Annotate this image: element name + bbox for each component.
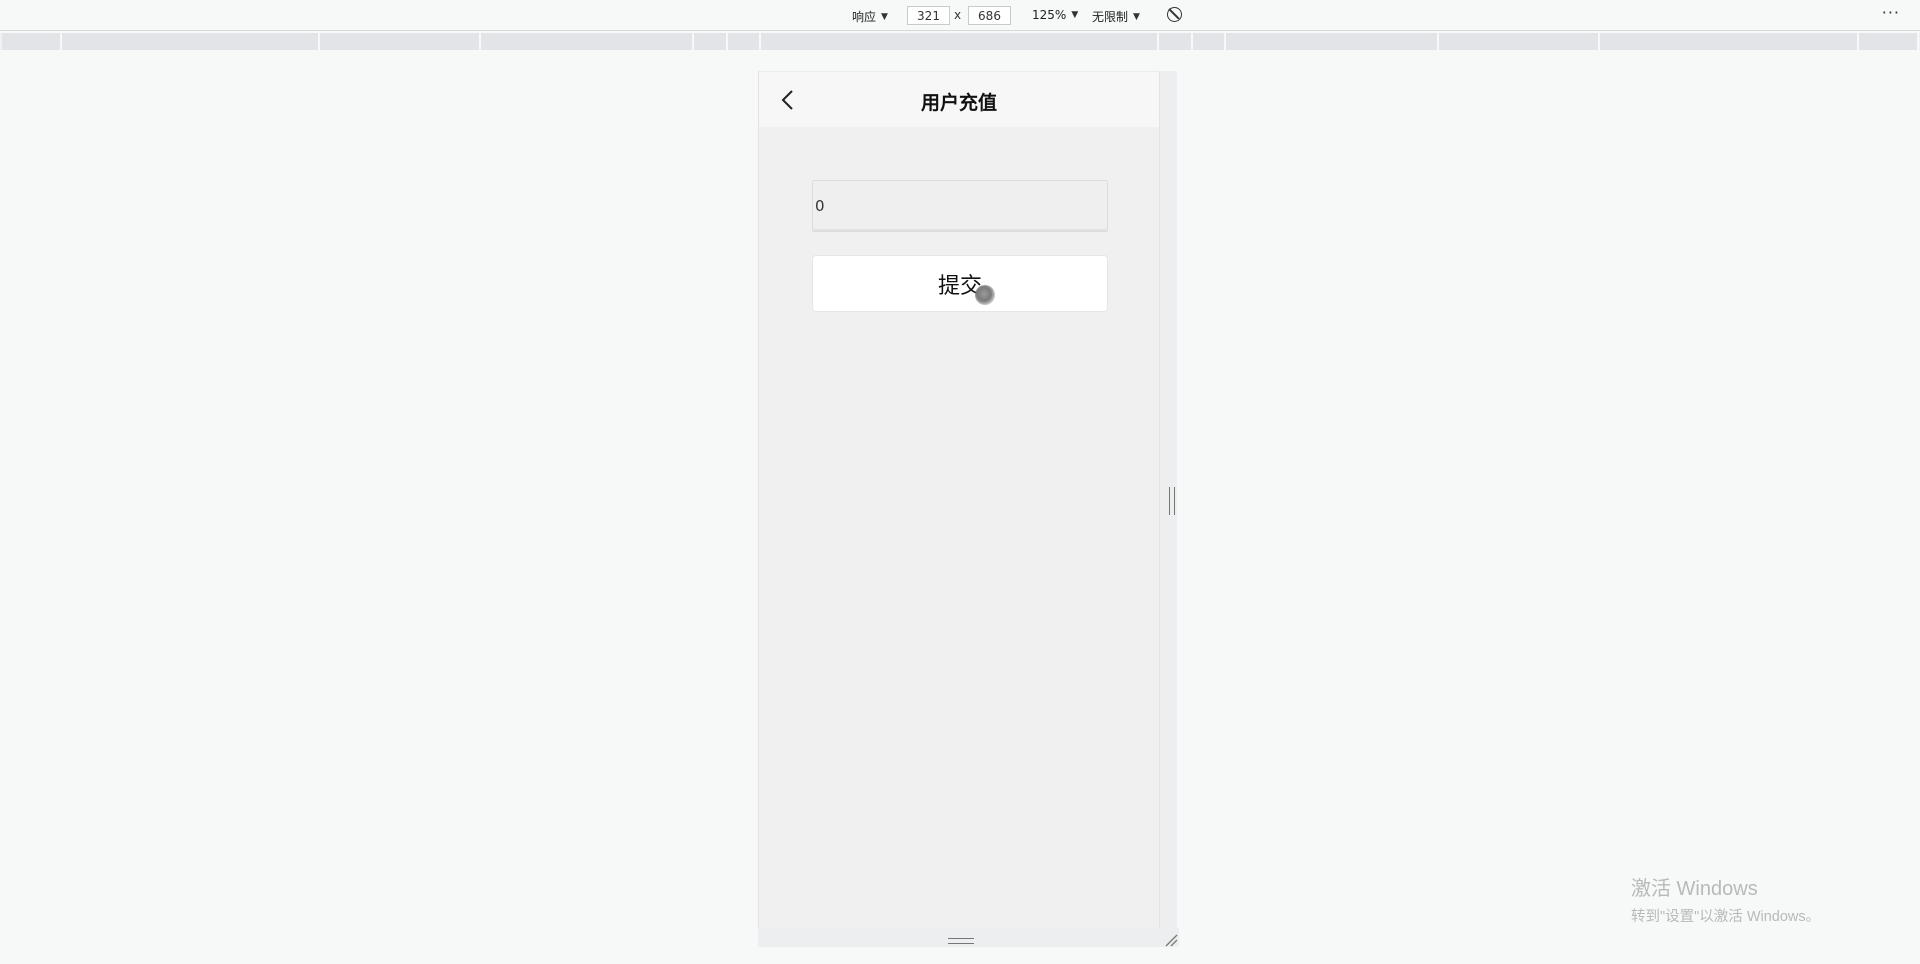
- chevron-down-icon: ▼: [1133, 11, 1140, 22]
- chevron-down-icon: ▼: [1071, 10, 1079, 20]
- devtools-toolbar: 响应 ▼ x 125% ▼ 无限制 ▼ ···: [0, 0, 1920, 31]
- media-query-segment[interactable]: [761, 33, 1159, 50]
- media-query-bar: [0, 33, 1920, 50]
- media-query-segment[interactable]: [62, 33, 320, 50]
- device-mode-label: 响应: [852, 10, 877, 24]
- resize-handle-right[interactable]: [1169, 487, 1175, 515]
- zoom-dropdown[interactable]: 125% ▼: [1032, 8, 1078, 22]
- rotate-icon[interactable]: [1167, 7, 1182, 22]
- throttling-dropdown[interactable]: 无限制 ▼: [1092, 8, 1140, 25]
- nav-bar: 用户充值: [759, 71, 1159, 127]
- app-screen: 用户充值 提交: [758, 71, 1160, 928]
- media-query-segment[interactable]: [1859, 33, 1919, 50]
- media-query-segment[interactable]: [481, 33, 694, 50]
- viewport-height-input[interactable]: [968, 6, 1011, 25]
- dimension-separator: x: [954, 8, 962, 22]
- zoom-label: 125%: [1032, 8, 1067, 22]
- media-query-segment[interactable]: [1159, 33, 1193, 50]
- resize-handle-bottom[interactable]: [948, 938, 974, 944]
- device-viewport: 用户充值 提交: [758, 71, 1177, 947]
- media-query-segment[interactable]: [728, 33, 761, 50]
- touch-cursor-icon: [975, 285, 995, 305]
- viewport-width-input[interactable]: [907, 6, 950, 25]
- media-query-segment[interactable]: [1439, 33, 1600, 50]
- submit-button[interactable]: 提交: [812, 255, 1108, 312]
- windows-activation-watermark: 激活 Windows 转到"设置"以激活 Windows。: [1631, 872, 1820, 926]
- watermark-subtitle: 转到"设置"以激活 Windows。: [1631, 909, 1821, 925]
- media-query-segment[interactable]: [1600, 33, 1859, 50]
- page-title: 用户充值: [920, 92, 997, 114]
- watermark-title: 激活 Windows: [1631, 878, 1758, 900]
- media-query-segment[interactable]: [1226, 33, 1439, 50]
- resize-corner-icon[interactable]: [1164, 933, 1178, 947]
- device-mode-dropdown[interactable]: 响应 ▼: [852, 8, 888, 25]
- media-query-segment[interactable]: [2, 33, 62, 50]
- chevron-down-icon: ▼: [881, 11, 888, 22]
- media-query-segment[interactable]: [1193, 33, 1226, 50]
- more-options-icon[interactable]: ···: [1882, 3, 1900, 22]
- media-query-segment[interactable]: [694, 33, 728, 50]
- recharge-amount-input[interactable]: [812, 180, 1108, 232]
- media-query-segment[interactable]: [320, 33, 481, 50]
- throttling-label: 无限制: [1092, 10, 1129, 24]
